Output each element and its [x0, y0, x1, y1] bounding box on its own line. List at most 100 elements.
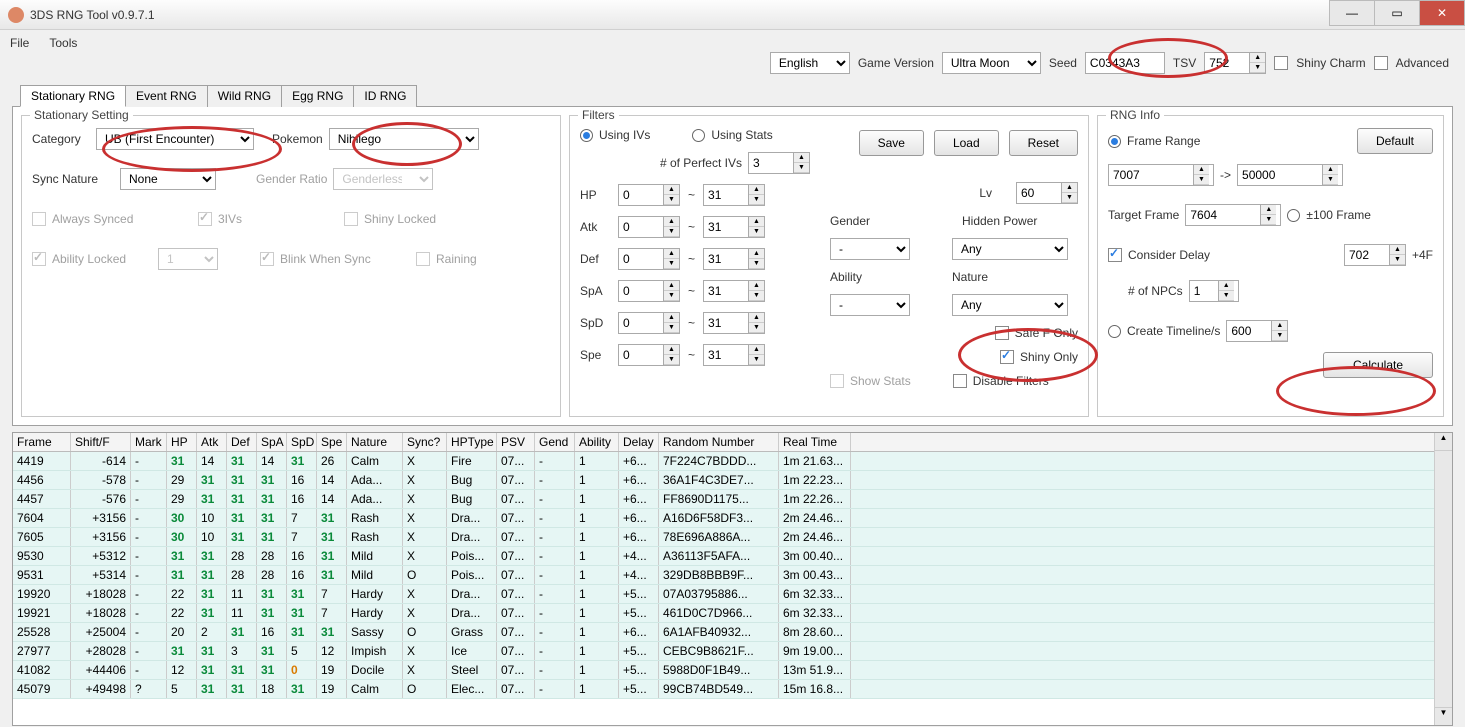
spa-lo-spinner[interactable]: ▲▼	[618, 280, 680, 302]
close-button[interactable]: ✕	[1419, 0, 1465, 26]
table-row[interactable]: 27977+28028-3131331512ImpishXIce07...-1+…	[13, 642, 1452, 661]
delay-spinner[interactable]: ▲▼	[1344, 244, 1406, 266]
table-row[interactable]: 9531+5314-313128281631MildOPois...07...-…	[13, 566, 1452, 585]
sync-nature-select[interactable]: None	[120, 168, 216, 190]
table-row[interactable]: 4456-578-293131311614Ada...XBug07...-1+6…	[13, 471, 1452, 490]
spe-lo-spinner[interactable]: ▲▼	[618, 344, 680, 366]
hp-hi-spinner[interactable]: ▲▼	[703, 184, 765, 206]
ability-select[interactable]: -	[830, 294, 910, 316]
spd-hi-spinner[interactable]: ▲▼	[703, 312, 765, 334]
lv-spinner[interactable]: ▲▼	[1016, 182, 1078, 204]
timeline-radio[interactable]	[1108, 325, 1121, 338]
tab-wild-rng[interactable]: Wild RNG	[207, 85, 282, 107]
seed-input[interactable]	[1085, 52, 1165, 74]
col-header[interactable]: Mark	[131, 433, 167, 451]
advanced-checkbox[interactable]	[1374, 56, 1388, 70]
sync-nature-label: Sync Nature	[32, 172, 114, 186]
grid-body[interactable]: 4419-614-311431143126CalmXFire07...-1+6.…	[13, 452, 1452, 699]
col-header[interactable]: Ability	[575, 433, 619, 451]
maximize-button[interactable]: ▭	[1374, 0, 1420, 26]
disable-filters-checkbox[interactable]	[953, 374, 967, 388]
using-ivs-radio[interactable]	[580, 129, 593, 142]
shiny-only-checkbox[interactable]	[1000, 350, 1014, 364]
table-row[interactable]: 19921+18028-22311131317HardyXDra...07...…	[13, 604, 1452, 623]
gender-select[interactable]: -	[830, 238, 910, 260]
frame-to-spinner[interactable]: ▲▼	[1237, 164, 1343, 186]
col-header[interactable]: HPType	[447, 433, 497, 451]
using-stats-radio[interactable]	[692, 129, 705, 142]
col-header[interactable]: SpD	[287, 433, 317, 451]
spe-hi-spinner[interactable]: ▲▼	[703, 344, 765, 366]
scroll-down-icon[interactable]: ▼	[1435, 707, 1452, 725]
table-row[interactable]: 41082+44406-12313131019DocileXSteel07...…	[13, 661, 1452, 680]
scrollbar[interactable]: ▲ ▼	[1434, 433, 1452, 725]
col-header[interactable]: Nature	[347, 433, 403, 451]
default-button[interactable]: Default	[1357, 128, 1433, 154]
target-frame-spinner[interactable]: ▲▼	[1185, 204, 1281, 226]
table-row[interactable]: 4457-576-293131311614Ada...XBug07...-1+6…	[13, 490, 1452, 509]
spd-lo-spinner[interactable]: ▲▼	[618, 312, 680, 334]
reset-button[interactable]: Reset	[1009, 130, 1078, 156]
table-row[interactable]: 4419-614-311431143126CalmXFire07...-1+6.…	[13, 452, 1452, 471]
tsv-input[interactable]	[1205, 53, 1249, 73]
tab-id-rng[interactable]: ID RNG	[353, 85, 417, 107]
hp-lo-spinner[interactable]: ▲▼	[618, 184, 680, 206]
col-header[interactable]: Gend	[535, 433, 575, 451]
consider-delay-checkbox[interactable]	[1108, 248, 1122, 262]
game-version-select[interactable]: Ultra Moon	[942, 52, 1041, 74]
safe-f-only-checkbox[interactable]	[995, 326, 1009, 340]
col-header[interactable]: Real Time	[779, 433, 851, 451]
col-header[interactable]: Delay	[619, 433, 659, 451]
load-button[interactable]: Load	[934, 130, 999, 156]
category-select[interactable]: UB (First Encounter)	[96, 128, 254, 150]
col-header[interactable]: Sync?	[403, 433, 447, 451]
tab-egg-rng[interactable]: Egg RNG	[281, 85, 354, 107]
raining-checkbox	[416, 252, 430, 266]
tab-event-rng[interactable]: Event RNG	[125, 85, 208, 107]
col-header[interactable]: Shift/F	[71, 433, 131, 451]
col-header[interactable]: SpA	[257, 433, 287, 451]
col-header[interactable]: Random Number	[659, 433, 779, 451]
atk-lo-spinner[interactable]: ▲▼	[618, 216, 680, 238]
pokemon-select[interactable]: Nihilego	[329, 128, 479, 150]
scroll-up-icon[interactable]: ▲	[1435, 433, 1452, 451]
safe-f-only-label: Safe F Only	[1015, 326, 1078, 340]
language-select[interactable]: English	[770, 52, 850, 74]
table-row[interactable]: 25528+25004-20231163131SassyOGrass07...-…	[13, 623, 1452, 642]
timeline-spinner[interactable]: ▲▼	[1226, 320, 1288, 342]
pm100-radio[interactable]	[1287, 209, 1300, 222]
always-synced-label: Always Synced	[52, 212, 192, 226]
atk-hi-spinner[interactable]: ▲▼	[703, 216, 765, 238]
arrow-label: ->	[1220, 168, 1231, 182]
minimize-button[interactable]: —	[1329, 0, 1375, 26]
def-lo-spinner[interactable]: ▲▼	[618, 248, 680, 270]
col-header[interactable]: HP	[167, 433, 197, 451]
table-row[interactable]: 9530+5312-313128281631MildXPois...07...-…	[13, 547, 1452, 566]
ability-locked-checkbox	[32, 252, 46, 266]
frame-range-radio[interactable]	[1108, 135, 1121, 148]
shiny-charm-checkbox[interactable]	[1274, 56, 1288, 70]
col-header[interactable]: PSV	[497, 433, 535, 451]
menu-file[interactable]: File	[10, 36, 29, 50]
def-hi-spinner[interactable]: ▲▼	[703, 248, 765, 270]
table-row[interactable]: 7604+3156-30103131731RashXDra...07...-1+…	[13, 509, 1452, 528]
col-header[interactable]: Spe	[317, 433, 347, 451]
tab-stationary-rng[interactable]: Stationary RNG	[20, 85, 126, 107]
perfect-ivs-spinner[interactable]: ▲▼	[748, 152, 810, 174]
save-button[interactable]: Save	[859, 130, 924, 156]
table-row[interactable]: 7605+3156-30103131731RashXDra...07...-1+…	[13, 528, 1452, 547]
col-header[interactable]: Def	[227, 433, 257, 451]
table-row[interactable]: 45079+49498?53131183119CalmOElec...07...…	[13, 680, 1452, 699]
frame-from-spinner[interactable]: ▲▼	[1108, 164, 1214, 186]
npc-spinner[interactable]: ▲▼	[1189, 280, 1239, 302]
col-header[interactable]: Frame	[13, 433, 71, 451]
nature-select[interactable]: Any	[952, 294, 1068, 316]
spa-label: SpA	[580, 284, 610, 298]
col-header[interactable]: Atk	[197, 433, 227, 451]
table-row[interactable]: 19920+18028-22311131317HardyXDra...07...…	[13, 585, 1452, 604]
calculate-button[interactable]: Calculate	[1323, 352, 1433, 378]
menu-tools[interactable]: Tools	[49, 36, 77, 50]
tsv-spinner[interactable]: ▲▼	[1204, 52, 1266, 74]
hidden-power-select[interactable]: Any	[952, 238, 1068, 260]
spa-hi-spinner[interactable]: ▲▼	[703, 280, 765, 302]
